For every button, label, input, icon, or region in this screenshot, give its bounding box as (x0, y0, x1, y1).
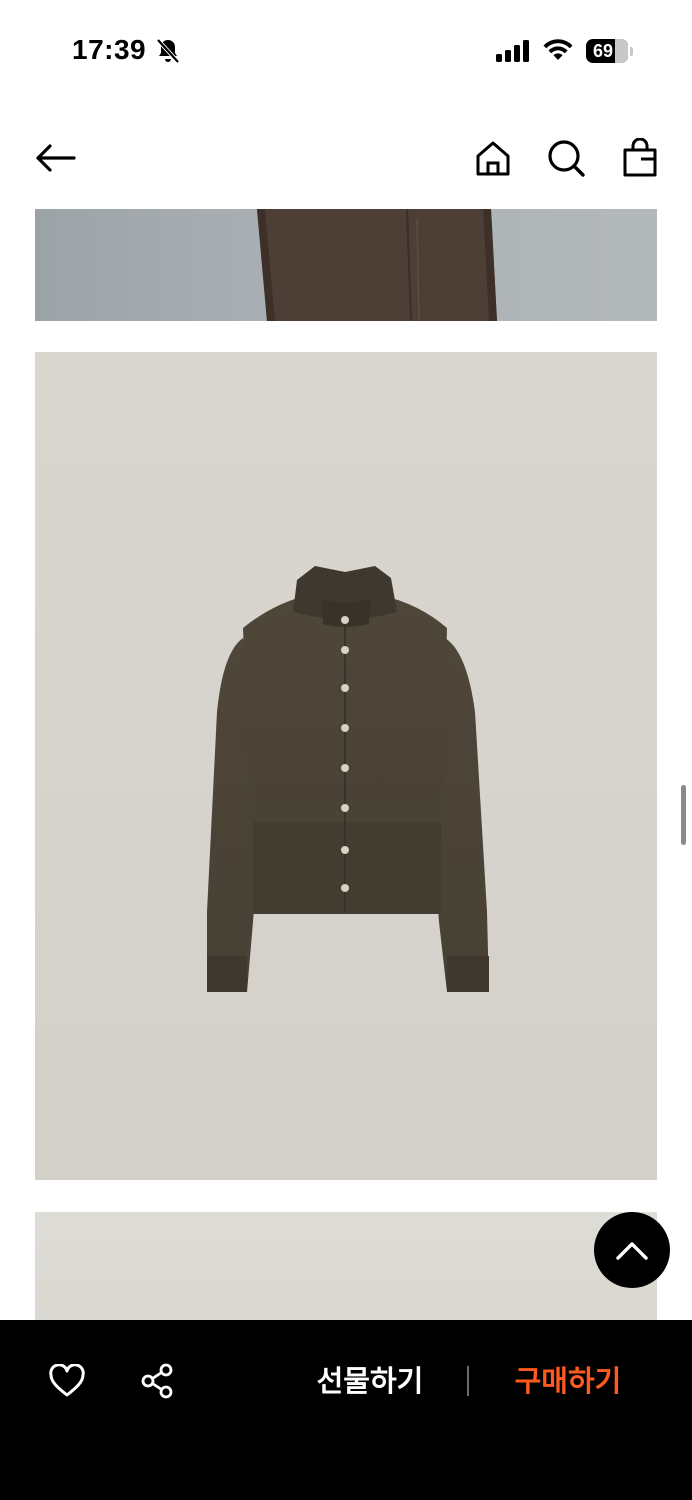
like-button[interactable] (46, 1360, 88, 1402)
home-icon (476, 141, 510, 176)
screen: 17:39 69 선물하기 구매하기 (0, 0, 692, 1500)
cardigan-illustration (207, 566, 489, 992)
shopping-bag-icon (623, 138, 657, 177)
bell-slash-icon (156, 38, 180, 64)
cellular-signal-icon (496, 40, 529, 62)
wifi-icon (543, 39, 573, 60)
product-image-next (35, 1212, 657, 1332)
search-button[interactable] (544, 136, 588, 180)
pants-illustration (257, 209, 497, 321)
shopping-bag-button[interactable] (618, 136, 662, 180)
top-nav-bar (0, 120, 692, 196)
scrollbar-thumb[interactable] (681, 785, 686, 845)
back-button[interactable] (34, 136, 78, 180)
bottom-action-bar: 선물하기 구매하기 (0, 1320, 692, 1500)
home-button[interactable] (471, 136, 515, 180)
battery-level: 69 (592, 41, 614, 61)
battery-icon: 69 (586, 39, 628, 63)
share-icon (141, 1363, 173, 1399)
product-detail-image-pants (35, 209, 657, 321)
product-image-cardigan (35, 352, 657, 1180)
battery-cap (630, 47, 633, 56)
buy-button[interactable]: 구매하기 (494, 1358, 642, 1404)
gift-button[interactable]: 선물하기 (296, 1358, 444, 1404)
chevron-up-icon (616, 1242, 648, 1260)
status-bar: 17:39 69 (0, 0, 692, 100)
share-button[interactable] (136, 1360, 178, 1402)
status-time: 17:39 (72, 34, 147, 65)
heart-icon (49, 1364, 85, 1397)
bottom-bar-divider (467, 1366, 469, 1396)
back-arrow-icon (36, 144, 76, 172)
scroll-to-top-button[interactable] (594, 1212, 670, 1288)
search-icon (548, 140, 585, 177)
